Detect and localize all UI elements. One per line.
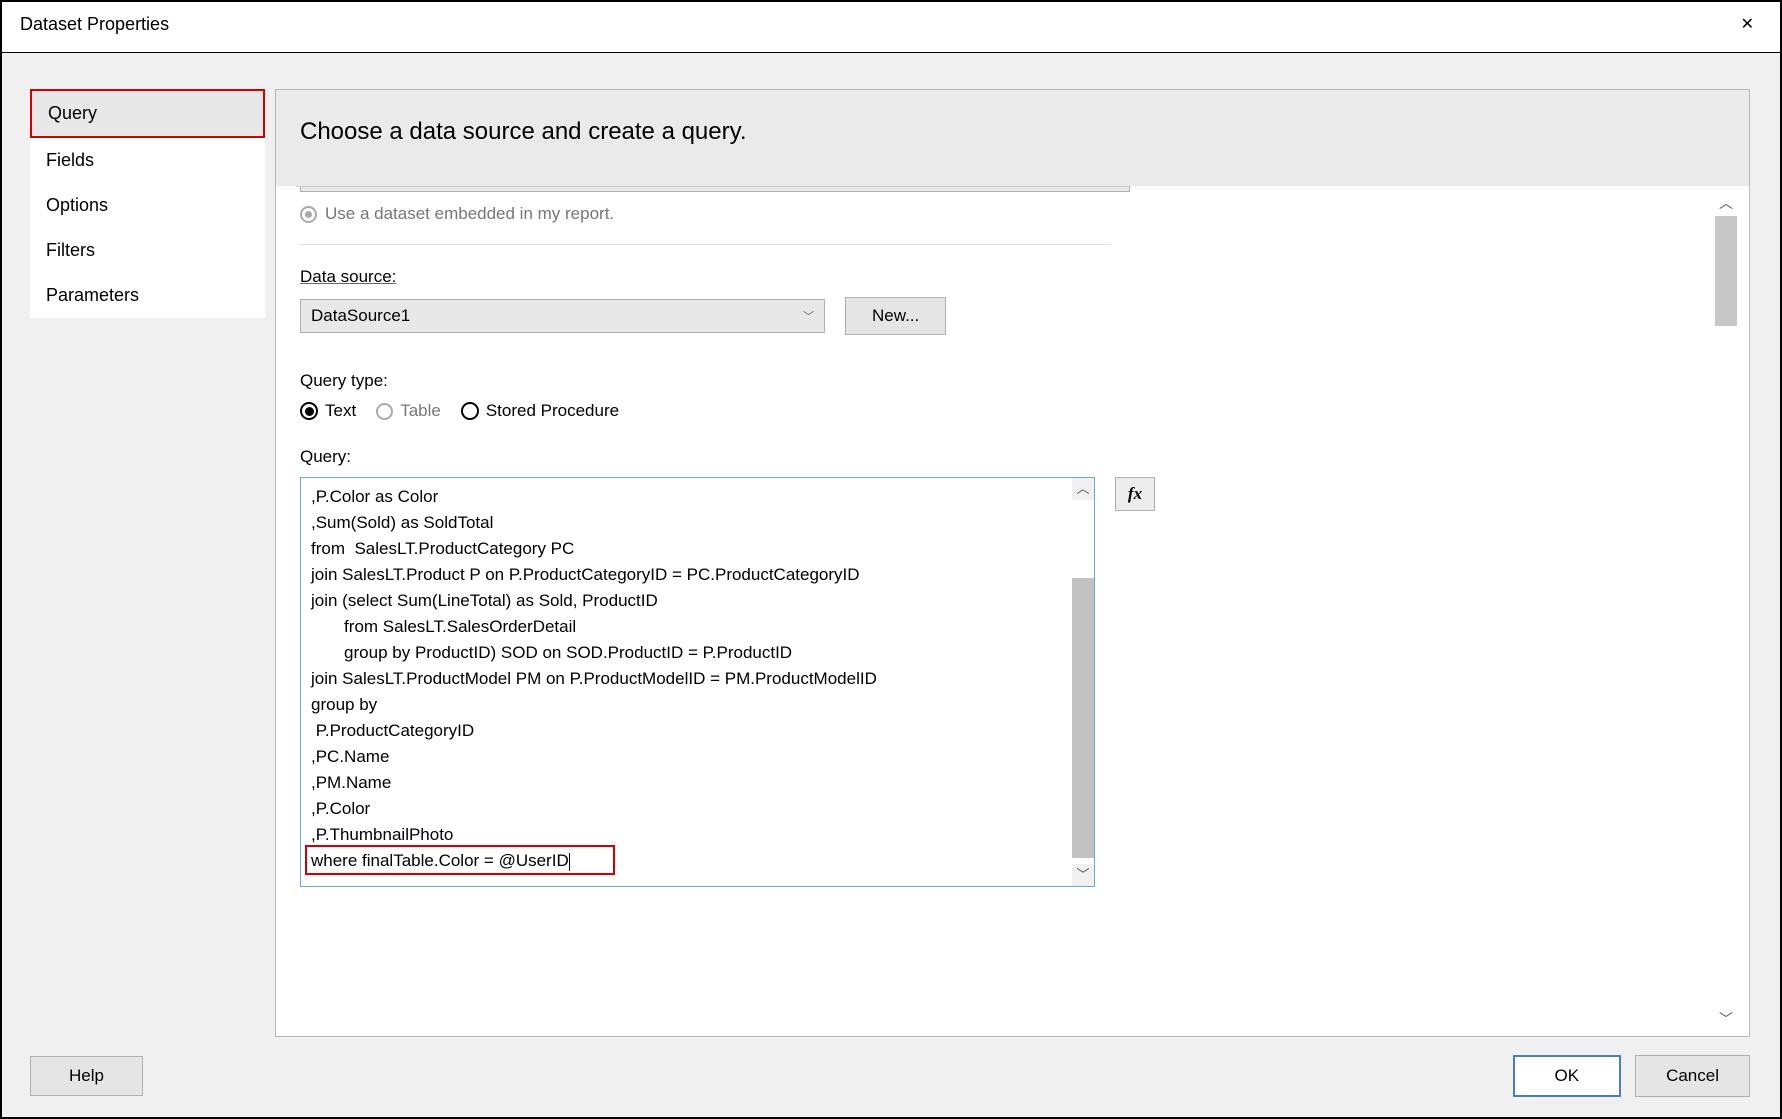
radio-stored-procedure-label: Stored Procedure xyxy=(486,401,619,421)
query-type-text-option[interactable]: Text xyxy=(300,401,356,421)
section-header: Choose a data source and create a query. xyxy=(276,90,1749,186)
form-area: Use a dataset embedded in my report. Dat… xyxy=(276,186,1749,887)
query-line: ,P.Color as Color xyxy=(311,484,1084,510)
footer-right: OK Cancel xyxy=(1513,1055,1750,1097)
radio-text[interactable] xyxy=(300,402,318,420)
text-cursor xyxy=(569,853,570,871)
dialog-body: Query Fields Options Filters Parameters … xyxy=(2,53,1780,1117)
data-source-value: DataSource1 xyxy=(311,306,410,326)
tab-parameters[interactable]: Parameters xyxy=(30,273,265,318)
data-source-row: DataSource1 ﹀ New... xyxy=(300,297,1725,335)
query-line: ,P.Color xyxy=(311,796,1084,822)
content-inner: ︿ ﹀ Use a dataset embedded in my report.… xyxy=(276,186,1749,1036)
query-line: group by ProductID) SOD on SOD.ProductID… xyxy=(311,640,1084,666)
query-line: ,P.ThumbnailPhoto xyxy=(311,822,1084,848)
query-line: where finalTable.Color = @UserID xyxy=(311,848,1084,874)
content-frame: Choose a data source and create a query.… xyxy=(275,89,1750,1037)
radio-stored-procedure[interactable] xyxy=(461,402,479,420)
main-row: Query Fields Options Filters Parameters … xyxy=(2,53,1780,1037)
embedded-radio-label: Use a dataset embedded in my report. xyxy=(325,204,614,224)
query-line: join SalesLT.ProductModel PM on P.Produc… xyxy=(311,666,1084,692)
query-line: ,PC.Name xyxy=(311,744,1084,770)
query-lines: ,P.Color as Color ,Sum(Sold) as SoldTota… xyxy=(301,478,1094,880)
data-source-select[interactable]: DataSource1 ﹀ xyxy=(300,299,825,333)
embedded-radio[interactable] xyxy=(300,206,317,223)
radio-table-label: Table xyxy=(400,401,441,421)
query-line: group by xyxy=(311,692,1084,718)
tab-filters[interactable]: Filters xyxy=(30,228,265,273)
tab-query[interactable]: Query xyxy=(30,89,265,138)
query-scroll-up-icon[interactable]: ︿ xyxy=(1072,478,1094,500)
dataset-properties-dialog: Dataset Properties ✕ Query Fields Option… xyxy=(0,0,1782,1119)
chevron-down-icon: ﹀ xyxy=(803,308,814,324)
query-line: from SalesLT.ProductCategory PC xyxy=(311,536,1084,562)
query-label: Query: xyxy=(300,447,1725,467)
close-icon[interactable]: ✕ xyxy=(1733,10,1762,38)
divider xyxy=(300,244,1110,245)
query-line: join SalesLT.Product P on P.ProductCateg… xyxy=(311,562,1084,588)
query-scroll-down-icon[interactable]: ﹀ xyxy=(1072,864,1094,886)
query-type-row: Text Table Stored Procedure xyxy=(300,401,1725,421)
query-line: join (select Sum(LineTotal) as Sold, Pro… xyxy=(311,588,1084,614)
query-line: ,PM.Name xyxy=(311,770,1084,796)
name-field-cut[interactable] xyxy=(300,186,1130,192)
tab-options[interactable]: Options xyxy=(30,183,265,228)
query-type-sproc-option[interactable]: Stored Procedure xyxy=(461,401,619,421)
help-button[interactable]: Help xyxy=(30,1056,143,1096)
window-title: Dataset Properties xyxy=(20,14,169,35)
dialog-footer: Help OK Cancel xyxy=(2,1037,1780,1097)
fx-icon: fx xyxy=(1128,484,1142,504)
outer-scroll-down-icon[interactable]: ﹀ xyxy=(1715,1008,1737,1030)
expression-button[interactable]: fx xyxy=(1115,477,1155,511)
title-bar: Dataset Properties ✕ xyxy=(2,2,1780,53)
cancel-button[interactable]: Cancel xyxy=(1635,1055,1750,1097)
query-line: ,Sum(Sold) as SoldTotal xyxy=(311,510,1084,536)
sidebar: Query Fields Options Filters Parameters xyxy=(30,89,265,1037)
query-type-table-option[interactable]: Table xyxy=(376,401,441,421)
query-line: P.ProductCategoryID xyxy=(311,718,1084,744)
query-line: from SalesLT.SalesOrderDetail xyxy=(311,614,1084,640)
data-source-label: Data source: xyxy=(300,267,1725,287)
query-wrap: ,P.Color as Color ,Sum(Sold) as SoldTota… xyxy=(300,477,1725,887)
new-data-source-button[interactable]: New... xyxy=(845,297,946,335)
query-type-label: Query type: xyxy=(300,371,1725,391)
ok-button[interactable]: OK xyxy=(1513,1055,1622,1097)
query-scroll-thumb[interactable] xyxy=(1072,578,1094,858)
tab-fields[interactable]: Fields xyxy=(30,138,265,183)
query-textarea[interactable]: ,P.Color as Color ,Sum(Sold) as SoldTota… xyxy=(300,477,1095,887)
embedded-radio-row: Use a dataset embedded in my report. xyxy=(300,204,1725,224)
radio-text-label: Text xyxy=(325,401,356,421)
radio-table[interactable] xyxy=(376,403,393,420)
